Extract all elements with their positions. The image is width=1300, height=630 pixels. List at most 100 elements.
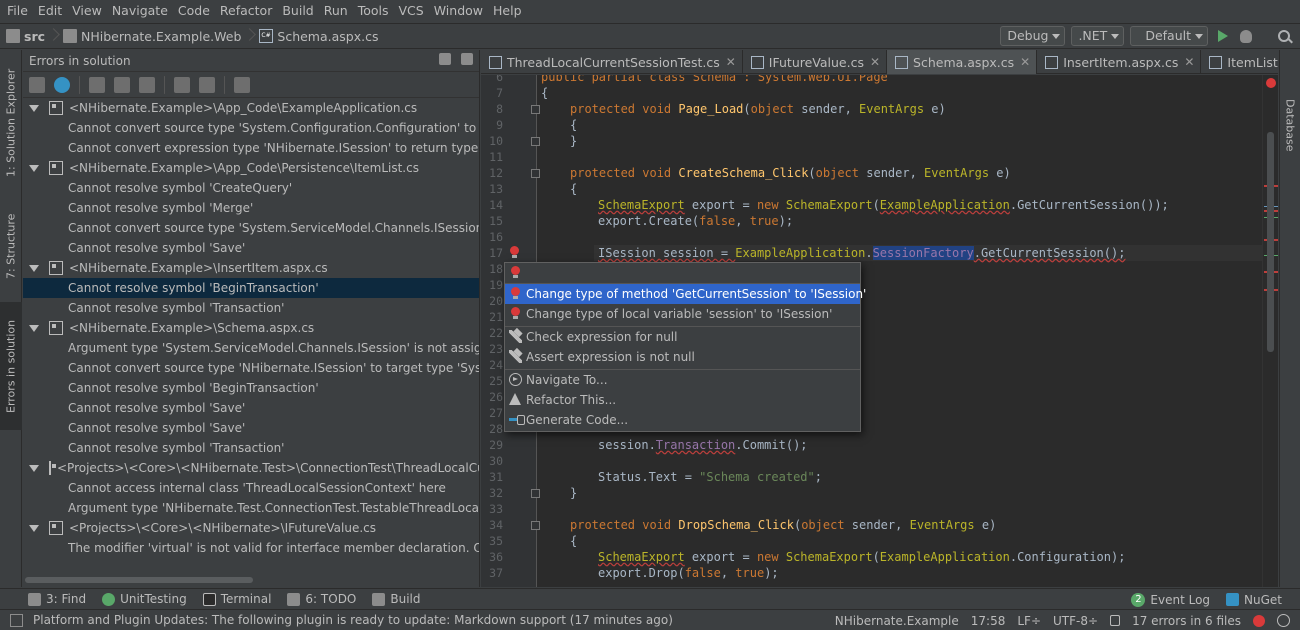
lock-icon[interactable] xyxy=(1110,615,1121,626)
breadcrumb-file[interactable]: Schema.aspx.cs xyxy=(253,24,382,48)
analyze-icon[interactable] xyxy=(29,76,45,93)
popup-item-assert-not-null[interactable]: Assert expression is not null xyxy=(505,347,860,367)
error-group-row[interactable]: <Projects>\<Core>\<NHibernate>\IFutureVa… xyxy=(23,518,479,538)
status-message[interactable]: Platform and Plugin Updates: The followi… xyxy=(33,613,673,627)
status-caret-position[interactable]: 17:58 xyxy=(971,614,1006,628)
error-item-row[interactable]: Cannot resolve symbol 'Transaction' xyxy=(23,438,479,458)
run-profile-select[interactable]: Default xyxy=(1130,26,1208,46)
error-item-row[interactable]: Cannot resolve symbol 'Save' xyxy=(23,418,479,438)
quick-fix-bulb-icon[interactable] xyxy=(509,246,520,259)
expand-arrow-icon[interactable] xyxy=(29,464,39,472)
tab-ifuturevalue[interactable]: IFutureValue.cs ✕ xyxy=(743,50,888,74)
error-item-row[interactable]: Cannot resolve symbol 'Merge' xyxy=(23,198,479,218)
close-icon[interactable]: ✕ xyxy=(726,55,736,69)
tool-unittesting[interactable]: UnitTesting xyxy=(94,589,195,610)
error-group-row[interactable]: <NHibernate.Example>\InsertItem.aspx.cs xyxy=(23,258,479,278)
breadcrumb-project[interactable]: NHibernate.Example.Web xyxy=(57,24,245,48)
error-item-row[interactable]: Cannot resolve symbol 'Save' xyxy=(23,398,479,418)
menu-file[interactable]: File xyxy=(2,0,33,22)
breadcrumb-src[interactable]: src xyxy=(0,24,49,48)
error-item-row[interactable]: Argument type 'NHibernate.Test.Connectio… xyxy=(23,498,479,518)
menu-refactor[interactable]: Refactor xyxy=(215,0,277,22)
search-icon[interactable] xyxy=(1278,30,1290,42)
fold-marker-icon[interactable] xyxy=(531,521,540,530)
popup-item-refactor-this[interactable]: Refactor This... xyxy=(505,390,860,410)
export-icon[interactable] xyxy=(234,76,250,93)
error-item-row[interactable]: Cannot convert source type 'System.Servi… xyxy=(23,218,479,238)
tool-nuget[interactable]: NuGet xyxy=(1218,589,1290,610)
error-group-row[interactable]: <NHibernate.Example>\App_Code\Persistenc… xyxy=(23,158,479,178)
close-icon[interactable]: ✕ xyxy=(1020,55,1030,69)
status-errors[interactable]: 17 errors in 6 files xyxy=(1132,614,1241,628)
error-group-row[interactable]: <NHibernate.Example>\App_Code\ExampleApp… xyxy=(23,98,479,118)
popup-item-check-null[interactable]: Check expression for null xyxy=(505,327,860,347)
error-item-row[interactable]: Cannot convert expression type 'NHiberna… xyxy=(23,138,479,158)
tool-todo[interactable]: 6: TODO xyxy=(279,589,364,610)
vertical-scrollbar[interactable] xyxy=(1267,132,1274,352)
group-icon[interactable] xyxy=(174,76,190,93)
error-icon[interactable] xyxy=(1253,614,1265,627)
error-status-icon[interactable] xyxy=(1266,78,1276,88)
tool-find[interactable]: 3: Find xyxy=(0,589,94,610)
menu-navigate[interactable]: Navigate xyxy=(107,0,173,22)
tab-insertitem-aspx-cs[interactable]: InsertItem.aspx.cs ✕ xyxy=(1037,50,1202,74)
popup-item-change-variable-type[interactable]: Change type of local variable 'session' … xyxy=(505,304,860,324)
popup-item-navigate-to[interactable]: Navigate To... xyxy=(505,370,860,390)
menu-tools[interactable]: Tools xyxy=(353,0,394,22)
status-line-separator[interactable]: LF÷ xyxy=(1017,614,1041,628)
error-item-row[interactable]: Cannot resolve symbol 'CreateQuery' xyxy=(23,178,479,198)
error-item-row[interactable]: Cannot convert source type 'NHibernate.I… xyxy=(23,358,479,378)
menu-code[interactable]: Code xyxy=(173,0,215,22)
popup-item-generate-code[interactable]: Generate Code... xyxy=(505,410,860,430)
error-group-row[interactable]: <Projects>\<Core>\<NHibernate.Test>\Conn… xyxy=(23,458,479,478)
tool-event-log[interactable]: 2 Event Log xyxy=(1123,589,1218,610)
debug-icon[interactable] xyxy=(1240,29,1252,43)
menu-run[interactable]: Run xyxy=(319,0,353,22)
hide-icon[interactable] xyxy=(461,53,473,65)
close-icon[interactable]: ✕ xyxy=(870,55,880,69)
tab-database[interactable]: Database xyxy=(1280,72,1300,178)
filter-icon[interactable] xyxy=(139,76,155,93)
tab-structure[interactable]: 7: Structure xyxy=(0,200,22,292)
pause-icon[interactable] xyxy=(54,76,70,93)
popup-item-change-method-type[interactable]: Change type of method 'GetCurrentSession… xyxy=(505,284,866,304)
status-encoding[interactable]: UTF-8÷ xyxy=(1053,614,1098,628)
platform-select[interactable]: .NET xyxy=(1071,26,1125,46)
menu-window[interactable]: Window xyxy=(429,0,488,22)
error-item-row[interactable]: The modifier 'virtual' is not valid for … xyxy=(23,538,479,558)
inspection-profile-icon[interactable] xyxy=(1277,614,1290,627)
menu-help[interactable]: Help xyxy=(488,0,527,22)
show-icon[interactable] xyxy=(114,76,130,93)
ignore-icon[interactable] xyxy=(89,76,105,93)
gear-icon[interactable] xyxy=(439,53,451,65)
tab-solution-explorer[interactable]: 1: Solution Explorer xyxy=(0,64,22,182)
tool-build[interactable]: Build xyxy=(364,589,428,610)
fold-marker-icon[interactable] xyxy=(531,137,540,146)
menu-vcs[interactable]: VCS xyxy=(394,0,429,22)
error-item-row[interactable]: Cannot resolve symbol 'Transaction' xyxy=(23,298,479,318)
tool-terminal[interactable]: Terminal xyxy=(195,589,280,610)
run-icon[interactable] xyxy=(1218,30,1228,42)
menu-view[interactable]: View xyxy=(67,0,107,22)
horizontal-scrollbar[interactable] xyxy=(25,577,253,583)
menu-build[interactable]: Build xyxy=(277,0,318,22)
expand-arrow-icon[interactable] xyxy=(29,524,39,532)
close-icon[interactable]: ✕ xyxy=(1184,55,1194,69)
fold-marker-icon[interactable] xyxy=(531,105,540,114)
menu-edit[interactable]: Edit xyxy=(33,0,67,22)
expand-arrow-icon[interactable] xyxy=(29,164,39,172)
tool-windows-toggle-icon[interactable] xyxy=(10,613,23,627)
tab-schema-aspx-cs[interactable]: Schema.aspx.cs ✕ xyxy=(887,50,1038,74)
error-item-row[interactable]: Cannot access internal class 'ThreadLoca… xyxy=(23,478,479,498)
refresh-icon[interactable] xyxy=(199,76,215,93)
error-item-row[interactable]: Argument type 'System.ServiceModel.Chann… xyxy=(23,338,479,358)
error-group-row[interactable]: <NHibernate.Example>\Schema.aspx.cs xyxy=(23,318,479,338)
error-item-row[interactable]: Cannot resolve symbol 'BeginTransaction' xyxy=(23,278,479,298)
fold-marker-icon[interactable] xyxy=(531,169,540,178)
expand-arrow-icon[interactable] xyxy=(29,264,39,272)
expand-arrow-icon[interactable] xyxy=(29,104,39,112)
error-item-row[interactable]: Cannot resolve symbol 'BeginTransaction' xyxy=(23,378,479,398)
tab-threadlocalcurrentsessiontest[interactable]: ThreadLocalCurrentSessionTest.cs ✕ xyxy=(481,50,743,74)
error-item-row[interactable]: Cannot resolve symbol 'Save' xyxy=(23,238,479,258)
configuration-select[interactable]: Debug xyxy=(1000,26,1066,46)
